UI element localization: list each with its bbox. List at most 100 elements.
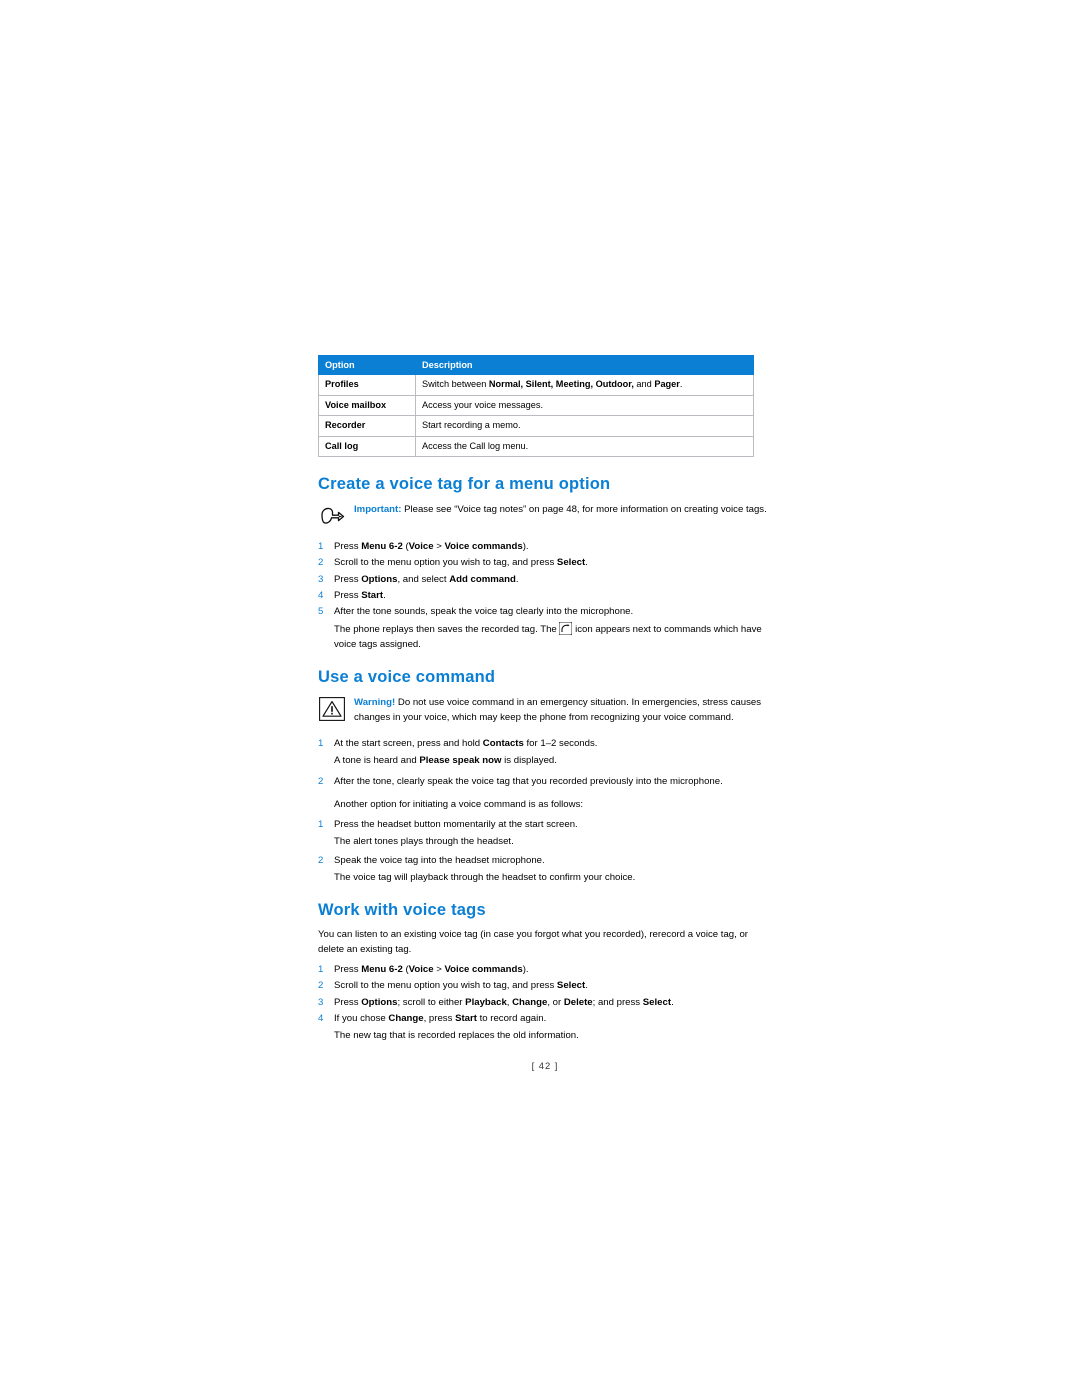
step-bold: Start bbox=[455, 1013, 477, 1025]
step-text: ; and press bbox=[592, 996, 643, 1008]
step-text: Scroll to the menu option you wish to ta… bbox=[334, 557, 557, 569]
desc-mid: and bbox=[633, 379, 655, 389]
important-note: Important: Please see “Voice tag notes” … bbox=[318, 502, 772, 529]
table-header-row: Option Description bbox=[318, 355, 754, 375]
step-number: 2 bbox=[318, 980, 324, 992]
table-cell-description: Start recording a memo. bbox=[415, 415, 754, 437]
desc-bold: Normal, Silent, Meeting, Outdoor, bbox=[488, 379, 634, 389]
step-bold: Contacts bbox=[482, 737, 524, 749]
step-number: 4 bbox=[318, 590, 324, 602]
heading-create-voice-tag: Create a voice tag for a menu option bbox=[318, 475, 611, 493]
step-bold: Voice commands bbox=[444, 541, 523, 552]
step-text: Speak the voice tag into the headset mic… bbox=[334, 854, 545, 866]
list-item: 2 After the tone, clearly speak the voice… bbox=[318, 774, 772, 789]
step-bold: Options bbox=[361, 573, 398, 585]
tone-heard-text: A tone is heard and Please speak now is … bbox=[318, 753, 772, 768]
step-bold: Options bbox=[361, 996, 398, 1008]
step-text: ). bbox=[522, 541, 529, 552]
step-bold: Playback bbox=[465, 996, 507, 1008]
another-option-text: Another option for initiating a voice co… bbox=[318, 797, 772, 812]
steps-create-voice-tag: 1 Press Menu 6-2 (Voice > Voice commands)… bbox=[318, 539, 772, 620]
step-bold: Select bbox=[642, 996, 672, 1008]
tone-post: is displayed. bbox=[501, 754, 557, 766]
step-number: 1 bbox=[318, 541, 324, 552]
step-bold: Delete bbox=[563, 996, 593, 1008]
steps-headset-2: 2 Speak the voice tag into the headset mi… bbox=[318, 853, 772, 868]
step-text: Press bbox=[334, 996, 362, 1008]
list-item: 4 If you chose Change, press Start to rec… bbox=[318, 1011, 772, 1026]
tone-bold: Please speak now bbox=[419, 754, 502, 766]
desc-bold2: Pager bbox=[654, 379, 680, 389]
table-cell-option: Voice mailbox bbox=[318, 394, 416, 416]
warning-label: Warning! bbox=[354, 697, 396, 709]
step-text: ; scroll to either bbox=[397, 996, 466, 1008]
step-bold: Change bbox=[388, 1013, 424, 1025]
step-text: At the start screen, press and hold bbox=[334, 737, 483, 749]
table-cell-option: Profiles bbox=[318, 374, 416, 396]
warning-note-text: Warning! Do not use voice command in an … bbox=[354, 695, 772, 725]
options-table: Option Description Profiles Switch betwe… bbox=[318, 355, 754, 457]
step-bold: Menu 6-2 bbox=[361, 964, 403, 976]
step-number: 3 bbox=[318, 573, 324, 585]
step-number: 2 bbox=[318, 854, 324, 866]
list-item: 3 Press Options; scroll to either Playbac… bbox=[318, 995, 772, 1010]
table-row: Call log Access the Call log menu. bbox=[318, 435, 754, 457]
step-text: . bbox=[515, 573, 519, 585]
step-bold: Start bbox=[361, 590, 384, 602]
step-text: Press bbox=[334, 590, 362, 602]
table-header-description: Description bbox=[415, 355, 754, 375]
step-text: . bbox=[671, 996, 674, 1008]
step-text: > bbox=[433, 964, 445, 976]
list-item: 2 Scroll to the menu option you wish to t… bbox=[318, 555, 772, 570]
warning-note: Warning! Do not use voice command in an … bbox=[318, 695, 772, 725]
table-cell-description: Switch between Normal, Silent, Meeting, … bbox=[415, 374, 754, 396]
page-number: [ 42 ] bbox=[531, 1059, 559, 1071]
heading-work-with-voice-tags: Work with voice tags bbox=[318, 901, 486, 920]
step-bold: Voice bbox=[408, 541, 434, 552]
step-bold: Menu 6-2 bbox=[361, 541, 403, 552]
list-item: 1 At the start screen, press and hold Con… bbox=[318, 736, 772, 751]
list-item: 4 Press Start. bbox=[318, 588, 772, 603]
step-text: Press bbox=[334, 573, 362, 585]
step-text: . bbox=[585, 557, 588, 569]
continuation-pre: The phone replays then saves the recorde… bbox=[334, 623, 560, 635]
step-number: 1 bbox=[318, 964, 324, 976]
step-text: . bbox=[585, 980, 588, 992]
table-row: Profiles Switch between Normal, Silent, … bbox=[318, 374, 754, 396]
step-bold: Add command bbox=[449, 573, 516, 585]
step-text: > bbox=[433, 541, 445, 552]
step-number: 4 bbox=[318, 1013, 324, 1025]
work-intro-text: You can listen to an existing voice tag … bbox=[318, 929, 749, 956]
step-text: . bbox=[383, 590, 386, 602]
important-body: Please see “Voice tag notes” on page 48,… bbox=[401, 504, 767, 515]
list-item: 1 Press Menu 6-2 (Voice > Voice commands)… bbox=[318, 962, 772, 977]
step-text: ). bbox=[522, 964, 529, 976]
heading-use-voice-command: Use a voice command bbox=[318, 668, 496, 687]
warning-body: Do not use voice command in an emergency… bbox=[354, 697, 762, 723]
step-number: 1 bbox=[318, 737, 324, 749]
new-tag-text: The new tag that is recorded replaces th… bbox=[334, 1030, 579, 1042]
list-item: 3 Press Options, and select Add command. bbox=[318, 572, 772, 587]
alert-tones-text: The alert tones plays through the headse… bbox=[334, 836, 514, 848]
list-item: 2 Scroll to the menu option you wish to t… bbox=[318, 978, 772, 993]
step-number: 2 bbox=[318, 557, 324, 569]
step-bold: Voice bbox=[408, 964, 434, 976]
page-content: Option Description Profiles Switch betwe… bbox=[318, 355, 772, 1071]
list-item: 1 Press Menu 6-2 (Voice > Voice commands)… bbox=[318, 539, 772, 554]
step-bold: Change bbox=[512, 996, 548, 1008]
step-number: 1 bbox=[318, 818, 324, 830]
another-option: Another option for initiating a voice co… bbox=[334, 798, 584, 810]
step-bold: Voice commands bbox=[444, 964, 523, 976]
list-item: 1 Press the headset button momentarily at… bbox=[318, 817, 772, 832]
table-row: Recorder Start recording a memo. bbox=[318, 415, 754, 437]
steps-work-with-voice-tags: 1 Press Menu 6-2 (Voice > Voice commands)… bbox=[318, 962, 772, 1026]
list-item: 2 Speak the voice tag into the headset mi… bbox=[318, 853, 772, 868]
step-text: Scroll to the menu option you wish to ta… bbox=[334, 980, 557, 992]
table-header-option: Option bbox=[318, 355, 416, 375]
step-text: Press bbox=[334, 964, 362, 976]
step-text: for 1–2 seconds. bbox=[523, 737, 598, 749]
list-item: 5 After the tone sounds, speak the voice … bbox=[318, 604, 772, 619]
table-cell-option: Recorder bbox=[318, 415, 416, 437]
step-text: Press bbox=[334, 541, 362, 552]
table-cell-description: Access the Call log menu. bbox=[415, 435, 754, 457]
